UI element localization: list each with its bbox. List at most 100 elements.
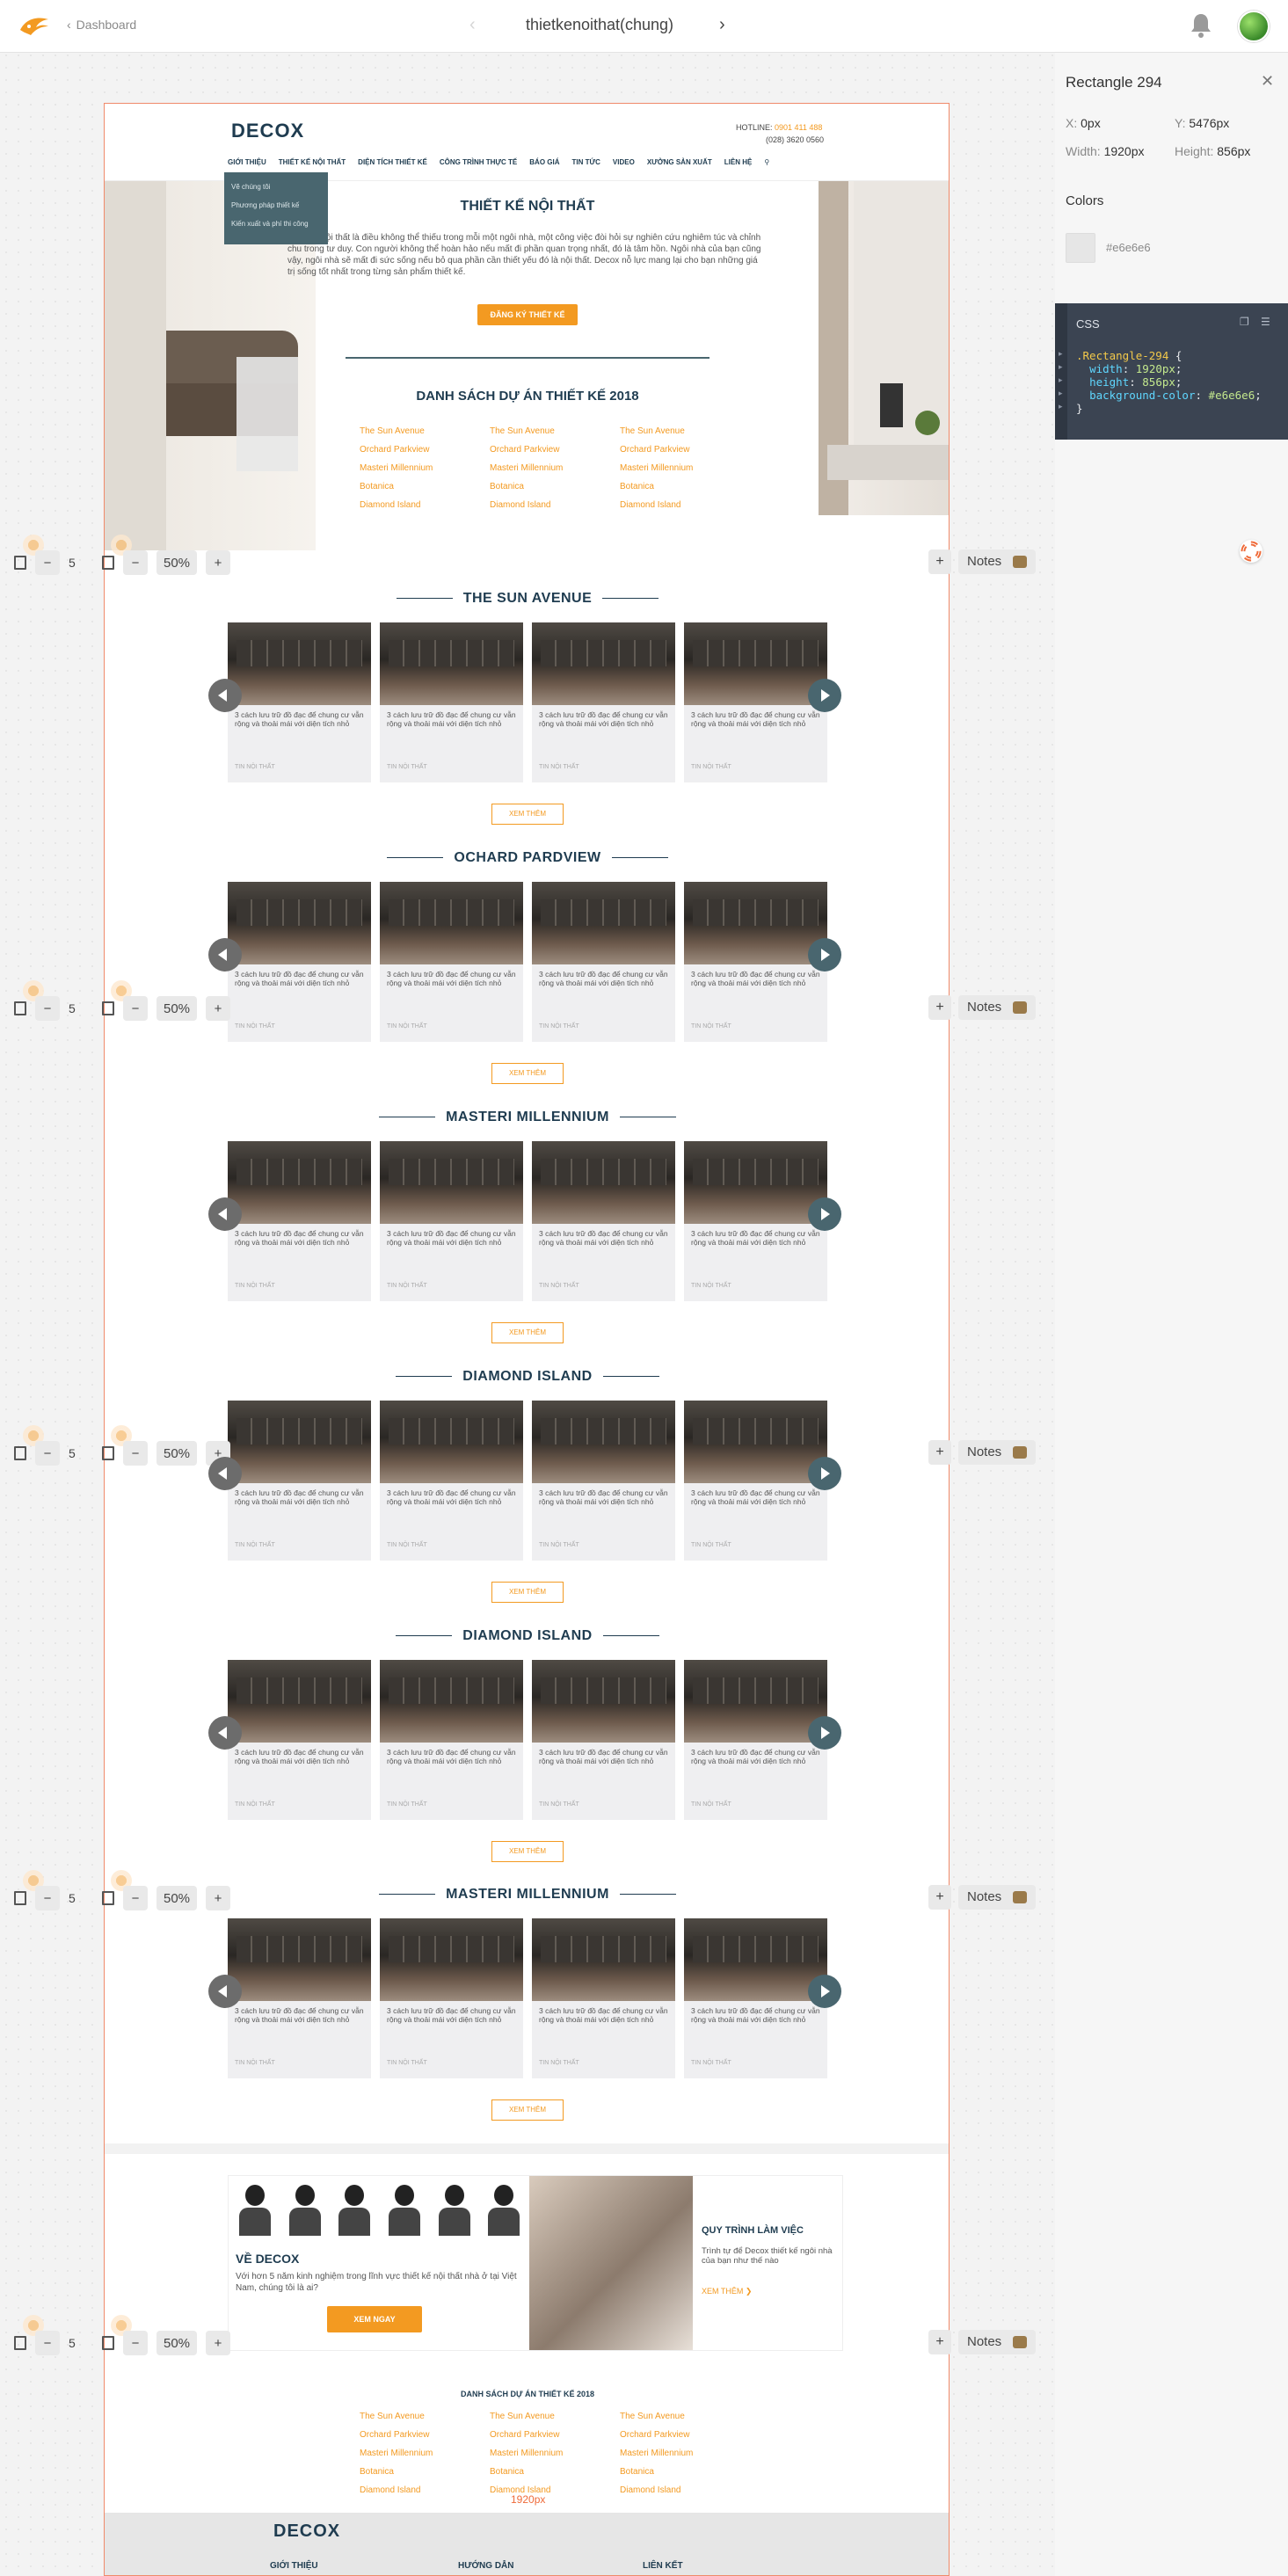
project-link[interactable]: Botanica [360, 477, 433, 496]
notes-button[interactable]: Notes [958, 995, 1036, 1020]
article-card[interactable]: 3 cách lưu trữ đồ đạc để chung cư vẫn rộ… [228, 622, 371, 782]
zoom-in-button[interactable]: + [206, 2331, 230, 2355]
zoom-in-button[interactable]: + [206, 550, 230, 575]
width-field[interactable]: Width: 1920px [1066, 144, 1145, 158]
project-link[interactable]: Masteri Millennium [620, 459, 693, 477]
carousel-next-arrow-icon[interactable] [808, 1975, 841, 2008]
nav-item[interactable]: THIẾT KẾ NỘI THẤT [279, 158, 346, 166]
carousel-next-arrow-icon[interactable] [808, 679, 841, 712]
y-field[interactable]: Y: 5476px [1175, 116, 1229, 130]
carousel-next-arrow-icon[interactable] [808, 1457, 841, 1490]
article-card[interactable]: 3 cách lưu trữ đồ đạc để chung cư vẫn rộ… [532, 1660, 675, 1820]
zoom-out-button[interactable]: − [123, 1886, 148, 1910]
zoom-out-button[interactable]: − [123, 550, 148, 575]
project-link[interactable]: The Sun Avenue [360, 422, 433, 440]
project-link[interactable]: Orchard Parkview [620, 440, 693, 459]
app-logo-icon[interactable] [18, 14, 51, 37]
project-link[interactable]: Diamond Island [620, 2481, 693, 2500]
notes-button[interactable]: Notes [958, 549, 1036, 574]
project-link[interactable]: Masteri Millennium [360, 459, 433, 477]
zoom-out-button[interactable]: − [35, 1886, 60, 1910]
article-card[interactable]: 3 cách lưu trữ đồ đạc để chung cư vẫn rộ… [684, 622, 827, 782]
zoom-level[interactable]: 50% [156, 1441, 197, 1466]
article-card[interactable]: 3 cách lưu trữ đồ đạc để chung cư vẫn rộ… [228, 1401, 371, 1561]
article-card[interactable]: 3 cách lưu trữ đồ đạc để chung cư vẫn rộ… [228, 882, 371, 1042]
project-link[interactable]: The Sun Avenue [360, 2407, 433, 2426]
carousel-prev-arrow-icon[interactable] [208, 938, 242, 971]
color-swatch[interactable] [1066, 233, 1095, 263]
hourglass-icon[interactable] [14, 1891, 26, 1905]
project-link[interactable]: Diamond Island [490, 496, 563, 514]
carousel-prev-arrow-icon[interactable] [208, 1197, 242, 1231]
article-card[interactable]: 3 cách lưu trữ đồ đạc để chung cư vẫn rộ… [532, 622, 675, 782]
carousel-prev-arrow-icon[interactable] [208, 1457, 242, 1490]
article-card[interactable]: 3 cách lưu trữ đồ đạc để chung cư vẫn rộ… [532, 1401, 675, 1561]
add-note-button[interactable]: + [928, 1440, 951, 1465]
add-note-button[interactable]: + [928, 549, 951, 574]
copy-icon[interactable]: ❐ [1240, 316, 1249, 328]
project-link[interactable]: Orchard Parkview [490, 2426, 563, 2444]
color-hex[interactable]: #e6e6e6 [1106, 241, 1151, 254]
selected-footer-rectangle[interactable]: DECOX GIỚI THIỆU HƯỚNG DẪN LIÊN KẾT [105, 2513, 949, 2575]
add-note-button[interactable]: + [928, 2330, 951, 2354]
search-icon[interactable]: ⚲ [764, 158, 769, 166]
article-card[interactable]: 3 cách lưu trữ đồ đạc để chung cư vẫn rộ… [380, 1918, 523, 2078]
notes-button[interactable]: Notes [958, 2330, 1036, 2354]
project-link[interactable]: The Sun Avenue [490, 2407, 563, 2426]
hourglass-icon[interactable] [102, 2336, 114, 2350]
article-card[interactable]: 3 cách lưu trữ đồ đạc để chung cư vẫn rộ… [684, 882, 827, 1042]
add-note-button[interactable]: + [928, 995, 951, 1020]
article-card[interactable]: 3 cách lưu trữ đồ đạc để chung cư vẫn rộ… [532, 1141, 675, 1301]
carousel-next-arrow-icon[interactable] [808, 1197, 841, 1231]
zoom-out-button[interactable]: − [123, 1441, 148, 1466]
article-card[interactable]: 3 cách lưu trữ đồ đạc để chung cư vẫn rộ… [532, 1918, 675, 2078]
nav-item[interactable]: TIN TỨC [572, 158, 600, 166]
project-link[interactable]: Diamond Island [360, 496, 433, 514]
x-field[interactable]: X: 0px [1066, 116, 1101, 130]
back-to-dashboard-link[interactable]: ‹ Dashboard [67, 18, 136, 32]
carousel-prev-arrow-icon[interactable] [208, 679, 242, 712]
article-card[interactable]: 3 cách lưu trữ đồ đạc để chung cư vẫn rộ… [228, 1918, 371, 2078]
project-link[interactable]: The Sun Avenue [620, 2407, 693, 2426]
article-card[interactable]: 3 cách lưu trữ đồ đạc để chung cư vẫn rộ… [380, 1401, 523, 1561]
nav-item[interactable]: CÔNG TRÌNH THỰC TẾ [440, 158, 517, 166]
zoom-level[interactable]: 50% [156, 550, 197, 575]
settings-icon[interactable]: ☰ [1261, 316, 1270, 328]
project-link[interactable]: Orchard Parkview [360, 2426, 433, 2444]
project-link[interactable]: Botanica [620, 2463, 693, 2481]
project-link[interactable]: Botanica [490, 477, 563, 496]
see-more-button[interactable]: XEM THÊM [491, 804, 564, 825]
see-more-button[interactable]: XEM THÊM [491, 1063, 564, 1084]
article-card[interactable]: 3 cách lưu trữ đồ đạc để chung cư vẫn rộ… [380, 1660, 523, 1820]
zoom-out-button[interactable]: − [35, 1441, 60, 1466]
carousel-next-arrow-icon[interactable] [808, 1716, 841, 1750]
zoom-out-button[interactable]: − [123, 996, 148, 1021]
project-link[interactable]: Masteri Millennium [490, 459, 563, 477]
hourglass-icon[interactable] [102, 1446, 114, 1460]
nav-item[interactable]: GIỚI THIỆU [228, 158, 266, 166]
hourglass-icon[interactable] [14, 1446, 26, 1460]
dropdown-item[interactable]: Phương pháp thiết kế [231, 201, 328, 209]
article-card[interactable]: 3 cách lưu trữ đồ đạc để chung cư vẫn rộ… [228, 1660, 371, 1820]
close-icon[interactable]: ✕ [1261, 72, 1274, 91]
nav-item[interactable]: XƯỞNG SẢN XUẤT [647, 158, 712, 166]
article-card[interactable]: 3 cách lưu trữ đồ đạc để chung cư vẫn rộ… [684, 1141, 827, 1301]
article-card[interactable]: 3 cách lưu trữ đồ đạc để chung cư vẫn rộ… [684, 1401, 827, 1561]
hourglass-icon[interactable] [102, 1891, 114, 1905]
project-link[interactable]: Botanica [620, 477, 693, 496]
project-link[interactable]: Diamond Island [620, 496, 693, 514]
dropdown-item[interactable]: Kiến xuất và phí thi công [231, 220, 328, 228]
project-link[interactable]: Masteri Millennium [360, 2444, 433, 2463]
project-link[interactable]: Orchard Parkview [490, 440, 563, 459]
project-link[interactable]: Botanica [360, 2463, 433, 2481]
nav-item[interactable]: BÁO GIÁ [529, 158, 559, 166]
zoom-out-button[interactable]: − [123, 2331, 148, 2355]
project-link[interactable]: The Sun Avenue [490, 422, 563, 440]
project-link[interactable]: Orchard Parkview [620, 2426, 693, 2444]
dropdown-item[interactable]: Vẽ chúng tôi [231, 183, 328, 191]
article-card[interactable]: 3 cách lưu trữ đồ đạc để chung cư vẫn rộ… [380, 622, 523, 782]
see-more-button[interactable]: XEM THÊM [491, 2099, 564, 2121]
project-link[interactable]: Masteri Millennium [620, 2444, 693, 2463]
project-link[interactable]: Diamond Island [360, 2481, 433, 2500]
zoom-level[interactable]: 50% [156, 2331, 197, 2355]
